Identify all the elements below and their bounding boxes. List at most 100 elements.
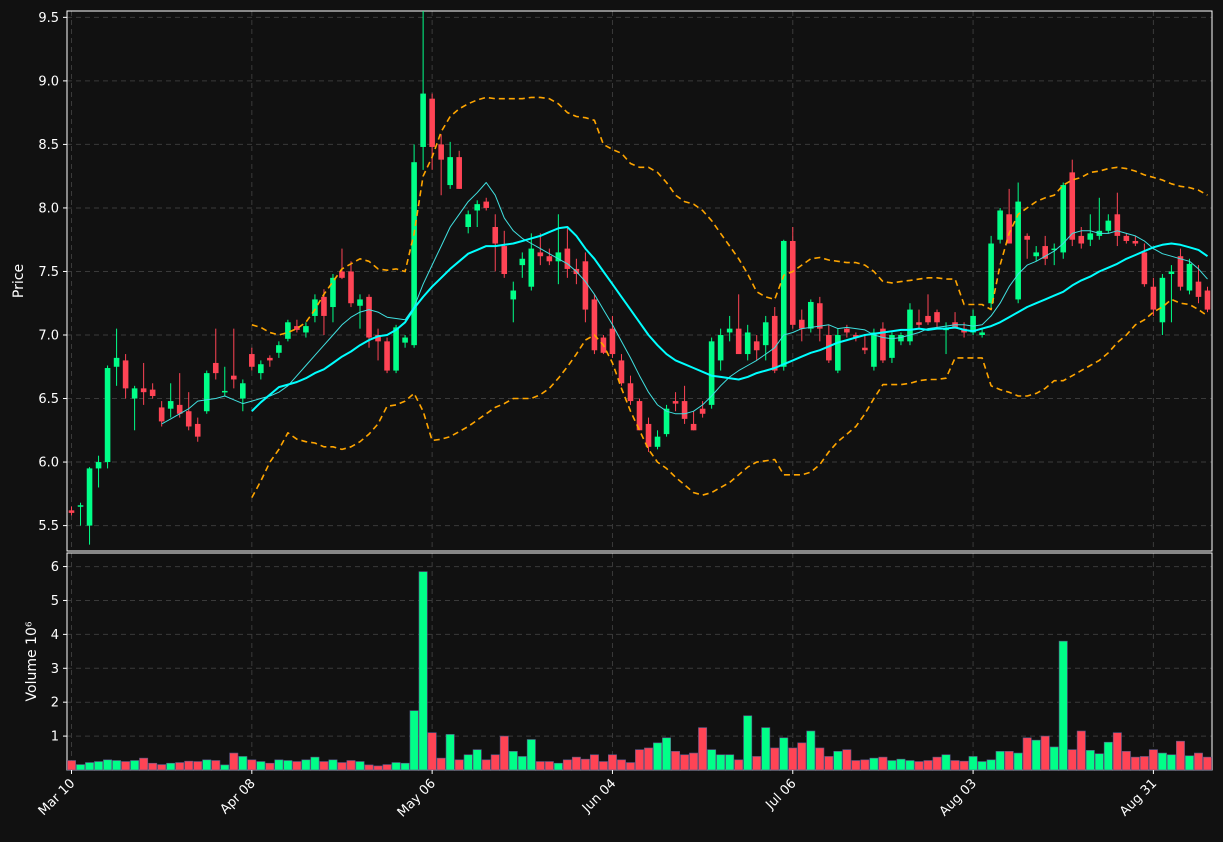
volume-bar (355, 761, 365, 771)
candle-body (744, 332, 751, 355)
volume-bar (1121, 751, 1131, 771)
candle-body (934, 312, 940, 323)
volume-bar (481, 759, 491, 771)
candle-body (690, 423, 697, 431)
candle-body (1159, 277, 1166, 323)
volume-ytick-label: 3 (51, 662, 59, 677)
candle-body (122, 360, 129, 389)
volume-bar (626, 762, 635, 771)
volume-bar (743, 715, 753, 771)
volume-bar (914, 761, 924, 771)
volume-bar (463, 754, 473, 771)
volume-bar (364, 764, 374, 771)
volume-bar (490, 754, 500, 771)
volume-bar (869, 757, 879, 771)
volume-bar (788, 747, 798, 771)
candle-body (465, 214, 471, 227)
volume-bar (932, 756, 942, 771)
candle-body (1060, 185, 1067, 253)
candle-body (798, 319, 805, 329)
candle-body (1069, 172, 1076, 240)
candle-body (77, 505, 84, 507)
volume-bar (472, 749, 482, 771)
volume-bar (517, 756, 527, 771)
candle-body (95, 462, 102, 469)
candle-body (627, 383, 634, 402)
volume-bar (256, 761, 266, 771)
candle-body (303, 326, 309, 333)
volume-bar (553, 762, 563, 771)
candle-body (528, 248, 535, 287)
volume-bar (1031, 739, 1041, 771)
candle-body (68, 510, 75, 513)
volume-bar (1076, 730, 1086, 771)
volume-bar (94, 761, 104, 771)
volume-bar (103, 759, 113, 771)
candle-body (817, 303, 823, 329)
price-ytick-label: 9.0 (38, 74, 59, 89)
volume-bar (184, 760, 194, 771)
candle-body (1168, 271, 1175, 275)
candle-body (753, 341, 760, 351)
candle-body (907, 309, 913, 342)
candle-body (185, 411, 192, 427)
volume-bar (851, 760, 861, 771)
volume-bar (734, 759, 744, 771)
candle-body (203, 373, 210, 412)
volume-bar (409, 710, 419, 771)
candle-body (357, 299, 363, 306)
volume-bar (716, 754, 726, 771)
volume-ytick-label: 4 (51, 628, 59, 643)
volume-bar (382, 764, 392, 771)
candle-body (789, 240, 796, 325)
candle-body (212, 362, 219, 374)
volume-bar (211, 760, 221, 771)
volume-bar (833, 751, 843, 771)
volume-bar (842, 749, 852, 771)
candle-body (221, 390, 228, 393)
volume-bar (508, 751, 518, 771)
candle-body (1024, 235, 1030, 240)
volume-bar (1013, 752, 1023, 771)
volume-bar (139, 757, 149, 771)
candle-body (672, 401, 679, 404)
volume-bar (454, 759, 464, 771)
volume-bar (580, 758, 590, 771)
volume-bar (175, 762, 185, 771)
price-ytick-label: 7.5 (38, 265, 59, 280)
candle-body (285, 322, 291, 339)
volume-bar (310, 756, 320, 771)
candle-body (988, 243, 994, 304)
volume-bar (1157, 752, 1167, 771)
candle-body (771, 315, 778, 371)
candle-body (1006, 214, 1012, 244)
candle-body (321, 296, 327, 316)
volume-bar (76, 764, 85, 771)
candle-body (735, 328, 742, 355)
volume-bar (1175, 740, 1185, 771)
volume-bar (220, 764, 230, 771)
volume-bar (1112, 732, 1122, 771)
candle-body (1141, 252, 1148, 285)
volume-bar (274, 759, 284, 771)
volume-bar (815, 747, 825, 771)
candle-body (681, 401, 688, 419)
volume-bar (860, 759, 870, 771)
candle-body (384, 341, 390, 371)
volume-bar (968, 756, 978, 771)
price-axis-title: Price (11, 264, 27, 298)
volume-bar (896, 758, 906, 771)
volume-bar (806, 730, 816, 771)
candle-body (871, 332, 877, 367)
volume-ytick-label: 5 (51, 594, 59, 609)
volume-bar (752, 756, 762, 771)
volume-bar (589, 754, 599, 771)
candle-body (1204, 290, 1211, 310)
candle-body (113, 357, 120, 367)
candle-body (411, 162, 417, 346)
volume-bar (995, 751, 1005, 771)
volume-bar (608, 754, 617, 771)
volume-bar (1185, 755, 1194, 771)
volume-bar (770, 747, 780, 771)
candle-body (1177, 256, 1184, 287)
